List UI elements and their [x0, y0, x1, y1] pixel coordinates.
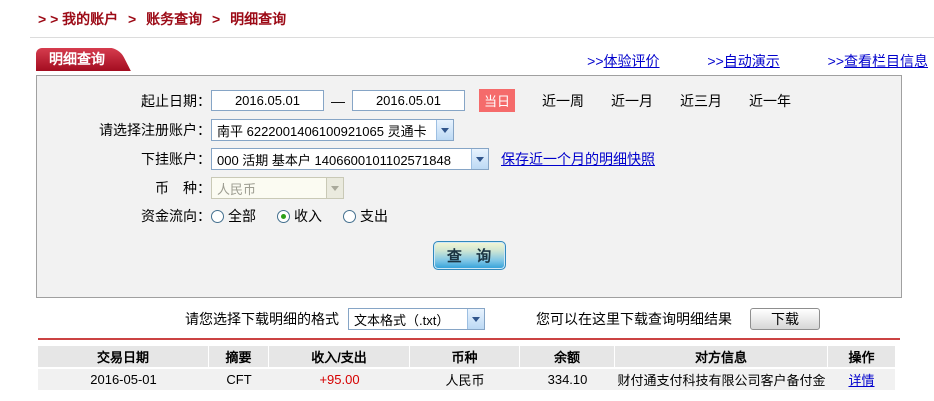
col-transaction-date: 交易日期	[38, 346, 209, 367]
currency-row: 币 种： 人民币	[37, 177, 901, 199]
download-format-select[interactable]: 文本格式（.txt）	[348, 308, 485, 330]
chevron-down-icon	[471, 149, 488, 169]
flow-radio-income[interactable]: 收入	[277, 206, 322, 226]
download-button[interactable]: 下载	[750, 308, 820, 330]
tab-row: 明细查询 >>体验评价 >>自动演示 >>查看栏目信息	[36, 48, 934, 71]
range-last-month-link[interactable]: 近一月	[611, 91, 653, 111]
currency-value: 人民币	[217, 179, 256, 198]
date-range-label: 起止日期：	[37, 91, 211, 111]
register-account-label: 请选择注册账户：	[37, 120, 211, 140]
table-row: 2016-05-01 CFT +95.00 人民币 334.10 财付通支付科技…	[38, 369, 895, 390]
col-currency: 币种	[410, 346, 520, 367]
cell-currency: 人民币	[410, 369, 520, 390]
double-chevron-icon: >>	[707, 53, 723, 69]
download-row: 请您选择下载明细的格式 文本格式（.txt） 您可以在这里下载查询明细结果 下载	[185, 308, 934, 330]
breadcrumb-separator: >	[212, 11, 220, 27]
page: > > 我的账户 > 账务查询 > 明细查询 明细查询 >>体验评价 >>自动演…	[0, 0, 934, 401]
flow-option-expense-label: 支出	[360, 206, 388, 226]
col-action: 操作	[828, 346, 895, 367]
col-income-expense: 收入/支出	[269, 346, 410, 367]
auto-demo-link[interactable]: 自动演示	[724, 53, 780, 69]
double-chevron-icon: >>	[828, 53, 844, 69]
sub-account-label: 下挂账户：	[37, 149, 211, 169]
query-form-panel: 起止日期： — 当日 近一周 近一月 近三月 近一年 请选择注册账户： 南平 6…	[36, 75, 902, 298]
page-title: 明细查询	[49, 51, 105, 67]
breadcrumb-separator: >	[128, 11, 136, 27]
register-account-row: 请选择注册账户： 南平 6222001406100921065 灵通卡	[37, 119, 901, 141]
flow-radio-all[interactable]: 全部	[211, 206, 256, 226]
register-account-select[interactable]: 南平 6222001406100921065 灵通卡	[211, 119, 454, 141]
breadcrumb-item-my-account[interactable]: 我的账户	[62, 11, 118, 27]
download-hint: 您可以在这里下载查询明细结果	[536, 309, 732, 329]
radio-unchecked-icon	[211, 210, 224, 223]
flow-radio-expense[interactable]: 支出	[343, 206, 388, 226]
cell-balance: 334.10	[520, 369, 615, 390]
save-monthly-snapshot-link[interactable]: 保存近一个月的明细快照	[501, 149, 655, 169]
col-counterparty: 对方信息	[615, 346, 828, 367]
chevron-down-icon	[326, 178, 343, 198]
date-range-row: 起止日期： — 当日 近一周 近一月 近三月 近一年	[37, 89, 901, 112]
breadcrumb-item-account-query[interactable]: 账务查询	[146, 11, 202, 27]
col-summary: 摘要	[209, 346, 269, 367]
range-last-3-months-link[interactable]: 近三月	[680, 91, 722, 111]
cell-amount: +95.00	[269, 369, 410, 390]
download-format-label: 请您选择下载明细的格式	[185, 309, 339, 329]
table-top-divider	[38, 338, 900, 340]
breadcrumb-item-detail-query[interactable]: 明细查询	[230, 11, 286, 27]
link-group: >>自动演示	[707, 53, 779, 69]
panel-tab-detail-query: 明细查询	[36, 48, 113, 71]
range-last-year-link[interactable]: 近一年	[749, 91, 791, 111]
top-links: >>体验评价 >>自动演示 >>查看栏目信息	[587, 51, 928, 71]
query-submit-button[interactable]: 查 询	[433, 241, 506, 270]
radio-unchecked-icon	[343, 210, 356, 223]
currency-select-disabled: 人民币	[211, 177, 344, 199]
register-account-value: 南平 6222001406100921065 灵通卡	[217, 121, 427, 140]
double-chevron-icon: >>	[587, 53, 603, 69]
chevron-down-icon	[467, 309, 484, 329]
date-from-input[interactable]	[211, 90, 324, 111]
breadcrumb: > > 我的账户 > 账务查询 > 明细查询	[0, 0, 934, 29]
currency-label: 币 种：	[37, 178, 211, 198]
table-header-row: 交易日期 摘要 收入/支出 币种 余额 对方信息 操作	[38, 346, 895, 367]
breadcrumb-prefix: > >	[38, 11, 58, 27]
breadcrumb-divider	[30, 37, 934, 38]
date-to-input[interactable]	[352, 90, 465, 111]
radio-checked-icon	[277, 210, 290, 223]
col-balance: 余额	[520, 346, 615, 367]
sub-account-row: 下挂账户： 000 活期 基本户 1406600101102571848 保存近…	[37, 148, 901, 170]
sub-account-select[interactable]: 000 活期 基本户 1406600101102571848	[211, 148, 489, 170]
download-format-value: 文本格式（.txt）	[354, 310, 449, 329]
chevron-down-icon	[436, 120, 453, 140]
cell-counterparty: 财付通支付科技有限公司客户备付金	[615, 369, 828, 390]
flow-option-all-label: 全部	[228, 206, 256, 226]
cell-summary: CFT	[209, 369, 269, 390]
link-group: >>体验评价	[587, 53, 659, 69]
experience-review-link[interactable]: 体验评价	[604, 53, 660, 69]
flow-direction-label: 资金流向：	[37, 206, 211, 226]
cell-transaction-date: 2016-05-01	[38, 369, 209, 390]
sub-account-value: 000 活期 基本户 1406600101102571848	[217, 150, 451, 169]
view-column-info-link[interactable]: 查看栏目信息	[844, 53, 928, 69]
range-today-button[interactable]: 当日	[479, 89, 515, 112]
detail-link[interactable]: 详情	[848, 373, 874, 388]
flow-option-income-label: 收入	[294, 206, 322, 226]
flow-direction-row: 资金流向： 全部 收入 支出	[37, 206, 901, 226]
results-table: 交易日期 摘要 收入/支出 币种 余额 对方信息 操作 2016-05-01 C…	[38, 344, 895, 392]
range-last-week-link[interactable]: 近一周	[542, 91, 584, 111]
date-separator: —	[331, 93, 345, 109]
link-group: >>查看栏目信息	[828, 53, 928, 69]
